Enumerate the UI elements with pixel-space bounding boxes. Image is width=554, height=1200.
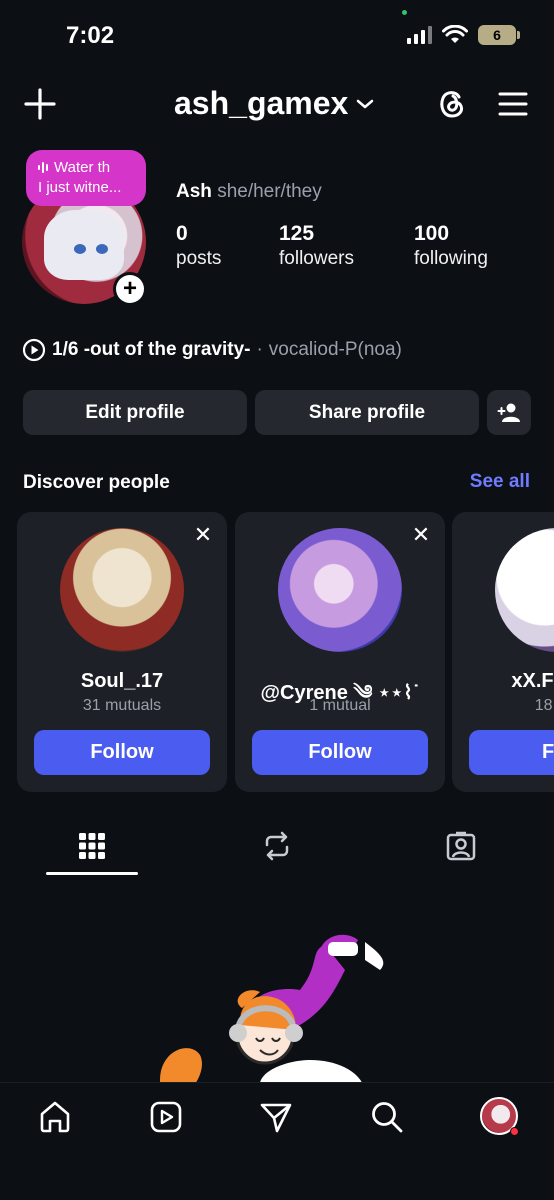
- profile-stats: 0 posts 125 followers 100 following: [176, 222, 536, 282]
- status-time: 7:02: [66, 22, 115, 49]
- cellular-signal-icon: [407, 26, 432, 44]
- notification-dot: [510, 1127, 519, 1136]
- reposts-icon[interactable]: [259, 828, 295, 864]
- suggestion-card: ✕ @Cyrene ༄ ⋆⋆⌇˙ 1 mutual Follow: [235, 512, 445, 792]
- suggested-user-avatar[interactable]: [60, 528, 184, 652]
- stat-following[interactable]: 100 following: [414, 222, 488, 270]
- suggested-user-avatar[interactable]: [495, 528, 554, 652]
- pronouns: she/her/they: [217, 181, 322, 202]
- stat-posts[interactable]: 0 posts: [176, 222, 221, 270]
- bottom-navigation: [0, 1082, 554, 1200]
- reels-icon[interactable]: [148, 1099, 184, 1135]
- dismiss-close-icon[interactable]: ✕: [410, 524, 432, 546]
- suggested-user-avatar[interactable]: [278, 528, 402, 652]
- hamburger-menu-icon[interactable]: [497, 88, 529, 120]
- status-icons: 6: [407, 25, 520, 45]
- battery-icon: 6: [478, 25, 520, 45]
- discover-people-title: Discover people: [23, 472, 170, 493]
- content-tabs: [0, 820, 554, 880]
- threads-icon[interactable]: [434, 85, 470, 121]
- add-story-button[interactable]: +: [113, 272, 147, 306]
- grid-icon[interactable]: [74, 828, 110, 864]
- dismiss-close-icon[interactable]: ✕: [192, 524, 214, 546]
- stat-followers[interactable]: 125 followers: [279, 222, 354, 270]
- follow-button[interactable]: Follow: [252, 730, 428, 775]
- profile-header: ash_gamex: [0, 80, 554, 130]
- music-artist: vocaliod-P(noa): [268, 339, 402, 360]
- status-bar: 7:02 6: [0, 0, 554, 70]
- tagged-icon[interactable]: [443, 828, 479, 864]
- note-bubble[interactable]: Water th I just witne...: [26, 150, 146, 206]
- direct-message-icon[interactable]: [258, 1099, 294, 1135]
- follow-button[interactable]: Fol: [469, 730, 554, 775]
- discover-people-carousel[interactable]: ✕ Soul_.17 31 mutuals Follow ✕ @Cyrene ༄…: [17, 512, 554, 794]
- plus-icon: +: [116, 275, 144, 303]
- suggested-user-name[interactable]: Soul_.17: [17, 670, 227, 693]
- wifi-icon: [442, 25, 468, 43]
- see-all-link[interactable]: See all: [470, 471, 530, 493]
- add-person-icon: [497, 403, 520, 422]
- music-song-title: 1/6 -out of the gravity-: [52, 339, 251, 360]
- display-name: Ash: [176, 181, 212, 202]
- suggested-user-mutuals: 18 mu: [534, 697, 554, 714]
- music-separator: ·: [256, 339, 263, 360]
- empty-state-illustration: [160, 934, 384, 1090]
- play-circle-icon: [22, 338, 46, 362]
- profile-name-line: Ash she/her/they: [176, 181, 322, 203]
- suggested-user-mutuals: 1 mutual: [309, 697, 371, 714]
- suggested-user-name[interactable]: xX.Fira_E: [452, 670, 554, 693]
- active-tab-indicator: [46, 872, 138, 875]
- create-plus-icon[interactable]: [22, 86, 58, 122]
- edit-profile-button[interactable]: Edit profile: [23, 390, 247, 435]
- profile-action-buttons: Edit profile Share profile: [23, 390, 531, 435]
- suggested-user-mutuals: 31 mutuals: [82, 697, 162, 714]
- suggestion-card: ✕ xX.Fira_E 18 mu Fol: [452, 512, 554, 792]
- suggestion-card: ✕ Soul_.17 31 mutuals Follow: [17, 512, 227, 792]
- discover-people-button[interactable]: [487, 390, 531, 435]
- account-switcher[interactable]: ash_gamex: [174, 85, 374, 122]
- follow-button[interactable]: Follow: [34, 730, 210, 775]
- audio-wave-icon: [38, 162, 48, 174]
- camera-indicator-dot: [402, 10, 407, 15]
- note-text-line2: I just witne...: [38, 179, 122, 196]
- chevron-down-icon: [357, 99, 374, 108]
- search-icon[interactable]: [369, 1099, 405, 1135]
- profile-music[interactable]: 1/6 -out of the gravity- · vocaliod-P(no…: [22, 338, 402, 362]
- note-text-line1: Water th: [54, 159, 111, 176]
- username-title: ash_gamex: [174, 85, 349, 121]
- home-icon[interactable]: [37, 1099, 73, 1135]
- share-profile-button[interactable]: Share profile: [255, 390, 479, 435]
